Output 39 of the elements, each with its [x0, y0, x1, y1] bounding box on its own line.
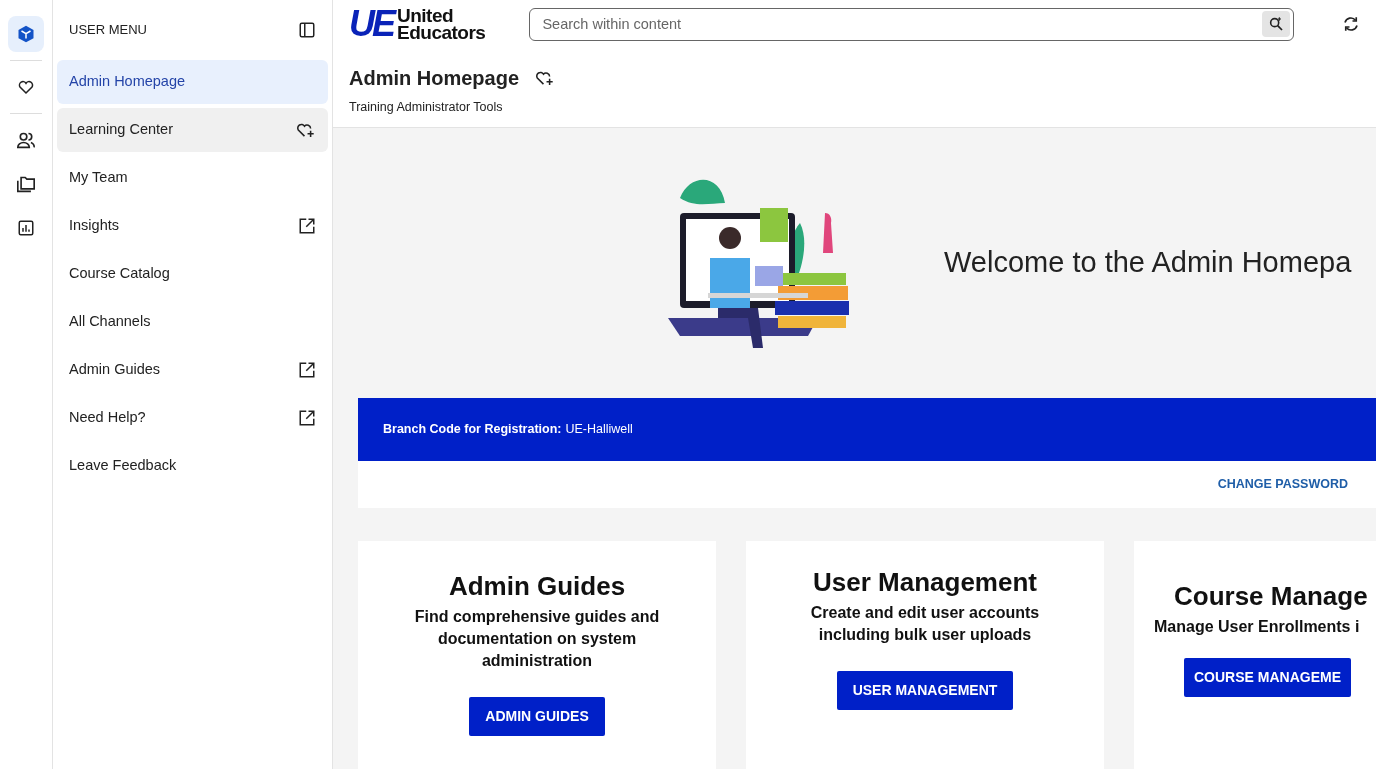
menu-item[interactable]: Need Help? — [57, 396, 328, 440]
menu-item[interactable]: Insights — [57, 204, 328, 248]
card-description: Create and edit user accounts including bulk user uploads — [809, 602, 1041, 645]
card-button[interactable]: ADMIN GUIDES — [469, 696, 605, 736]
add-favorite-icon[interactable] — [535, 69, 556, 87]
external-link-icon[interactable] — [298, 409, 316, 427]
logo-text: Educators — [397, 24, 486, 42]
menu-item[interactable]: Course Catalog — [57, 252, 328, 296]
add-favorite-icon[interactable] — [296, 121, 316, 139]
external-link-icon[interactable] — [298, 361, 316, 379]
menu-item[interactable]: Admin Homepage — [57, 60, 328, 104]
search-icon — [1268, 16, 1284, 32]
menu-title: USER MENU — [69, 21, 147, 40]
welcome-heading: Welcome to the Admin Homepa — [944, 245, 1352, 280]
menu-item[interactable]: My Team — [57, 156, 328, 200]
logo-text: United — [397, 6, 455, 24]
card-title: Course Manage — [1174, 580, 1368, 612]
cube-icon[interactable] — [8, 16, 44, 52]
card-description: Find comprehensive guides and documentation on system administration — [413, 606, 661, 671]
card-button[interactable]: COURSE MANAGEME — [1184, 657, 1351, 697]
menu-item[interactable]: Admin Guides — [57, 348, 328, 392]
search-button[interactable] — [1262, 11, 1290, 37]
page-subtitle: Training Administrator Tools — [349, 99, 504, 116]
logo-mark: UE — [349, 6, 393, 42]
refresh-icon[interactable] — [1342, 15, 1360, 33]
card-button[interactable]: USER MANAGEMENT — [836, 670, 1014, 710]
panel-toggle-icon[interactable] — [298, 21, 316, 39]
card-title: Admin Guides — [448, 570, 626, 602]
branch-code-value: UE-Halliwell — [565, 420, 633, 438]
branch-code-label: Branch Code for Registration: — [383, 420, 562, 438]
menu-item[interactable]: All Channels — [57, 300, 328, 344]
menu-item[interactable]: Learning Center — [57, 108, 328, 152]
card-description: Manage User Enrollments i — [1154, 616, 1360, 637]
card-title: User Management — [813, 566, 1037, 598]
change-password-link[interactable]: CHANGE PASSWORD — [1217, 474, 1348, 494]
search-field[interactable]: Search within content — [529, 7, 1294, 41]
menu-item[interactable]: Leave Feedback — [57, 444, 328, 488]
external-link-icon[interactable] — [298, 217, 316, 235]
page-title: Admin Homepage — [349, 66, 520, 90]
